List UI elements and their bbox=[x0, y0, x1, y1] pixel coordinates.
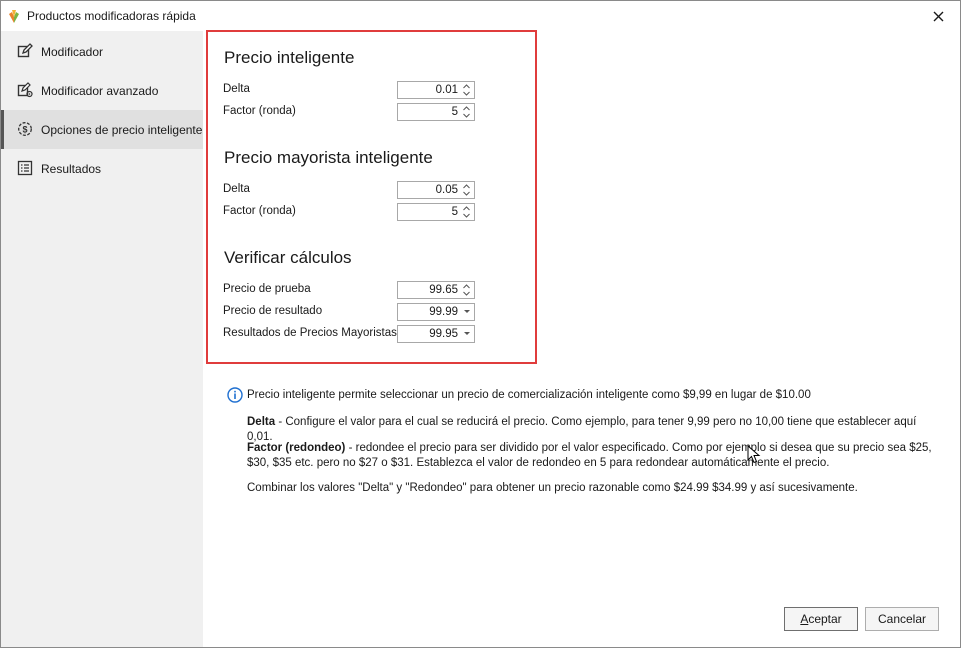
wholesale-delta-input[interactable] bbox=[400, 182, 458, 198]
factor-term: Factor (redondeo) bbox=[247, 442, 346, 454]
accept-button-label: ceptar bbox=[808, 612, 842, 626]
accept-button-mnemonic: A bbox=[800, 612, 809, 626]
smart-factor-input[interactable] bbox=[400, 104, 458, 120]
smart-price-settings-panel: Precio inteligente Delta Factor (ronda) … bbox=[206, 30, 537, 364]
factor-description: - redondee el precio para ser dividido p… bbox=[247, 442, 932, 469]
sidebar-item-label: Modificador bbox=[41, 45, 104, 59]
test-price-input[interactable] bbox=[400, 282, 458, 298]
wholesale-result-input[interactable] bbox=[400, 326, 458, 342]
spinner-arrows-icon[interactable] bbox=[462, 205, 471, 219]
cancel-button[interactable]: Cancelar bbox=[865, 607, 939, 631]
sidebar-item-resultados[interactable]: Resultados bbox=[1, 149, 203, 188]
smart-delta-label: Delta bbox=[223, 83, 250, 95]
sidebar-item-label: Opciones de precio inteligente bbox=[41, 123, 203, 137]
spinner-arrows-icon[interactable] bbox=[462, 283, 471, 297]
result-price-label: Precio de resultado bbox=[223, 305, 323, 317]
app-logo-icon bbox=[9, 10, 19, 23]
close-icon bbox=[933, 11, 943, 21]
svg-text:$: $ bbox=[22, 125, 27, 135]
smart-factor-label: Factor (ronda) bbox=[223, 105, 296, 117]
test-price-label: Precio de prueba bbox=[223, 283, 311, 295]
wholesale-result-label: Resultados de Precios Mayoristas bbox=[223, 327, 397, 339]
mouse-cursor-icon bbox=[747, 445, 761, 464]
wholesale-factor-input[interactable] bbox=[400, 204, 458, 220]
result-price-dropdown[interactable] bbox=[397, 303, 475, 321]
dropdown-arrow-icon[interactable] bbox=[464, 332, 470, 335]
test-price-spinner[interactable] bbox=[397, 281, 475, 299]
info-icon bbox=[227, 387, 243, 403]
section-title-wholesale-price: Precio mayorista inteligente bbox=[224, 148, 433, 167]
advanced-edit-icon bbox=[17, 82, 33, 98]
spinner-arrows-icon[interactable] bbox=[462, 183, 471, 197]
sidebar: Modificador Modificador avanzado $ Opcio… bbox=[1, 31, 203, 647]
sidebar-item-label: Modificador avanzado bbox=[41, 84, 159, 98]
sidebar-item-opciones-precio[interactable]: $ Opciones de precio inteligente bbox=[1, 110, 203, 149]
app-window: Productos modificadoras rápida Modificad… bbox=[0, 0, 961, 648]
edit-icon bbox=[17, 43, 33, 58]
result-price-input[interactable] bbox=[400, 304, 458, 320]
sidebar-item-label: Resultados bbox=[41, 162, 102, 176]
delta-term: Delta bbox=[247, 416, 276, 428]
sidebar-item-modificador[interactable]: Modificador bbox=[1, 32, 203, 71]
smart-delta-spinner[interactable] bbox=[397, 81, 475, 99]
price-settings-icon: $ bbox=[18, 122, 32, 136]
wholesale-result-dropdown[interactable] bbox=[397, 325, 475, 343]
window-title: Productos modificadoras rápida bbox=[27, 9, 196, 23]
wholesale-delta-spinner[interactable] bbox=[397, 181, 475, 199]
list-icon bbox=[17, 160, 33, 176]
wholesale-factor-spinner[interactable] bbox=[397, 203, 475, 221]
cancel-button-label: Cancelar bbox=[877, 612, 927, 626]
info-intro: Precio inteligente permite seleccionar u… bbox=[247, 389, 811, 401]
smart-delta-input[interactable] bbox=[400, 82, 458, 98]
factor-explanation: Factor (redondeo) - redondee el precio p… bbox=[247, 441, 937, 471]
combine-explanation: Combinar los valores "Delta" y "Redondeo… bbox=[247, 482, 858, 494]
wholesale-factor-label: Factor (ronda) bbox=[223, 205, 296, 217]
section-title-verify: Verificar cálculos bbox=[224, 248, 352, 267]
smart-factor-spinner[interactable] bbox=[397, 103, 475, 121]
spinner-arrows-icon[interactable] bbox=[462, 83, 471, 97]
delta-description: - Configure el valor para el cual se red… bbox=[247, 416, 917, 443]
title-bar: Productos modificadoras rápida bbox=[1, 1, 960, 31]
dropdown-arrow-icon[interactable] bbox=[464, 310, 470, 313]
section-title-smart-price: Precio inteligente bbox=[224, 48, 355, 67]
close-button[interactable] bbox=[916, 1, 960, 31]
wholesale-delta-label: Delta bbox=[223, 183, 250, 195]
sidebar-item-modificador-avanzado[interactable]: Modificador avanzado bbox=[1, 71, 203, 110]
accept-button[interactable]: Aceptar bbox=[784, 607, 858, 631]
spinner-arrows-icon[interactable] bbox=[462, 105, 471, 119]
